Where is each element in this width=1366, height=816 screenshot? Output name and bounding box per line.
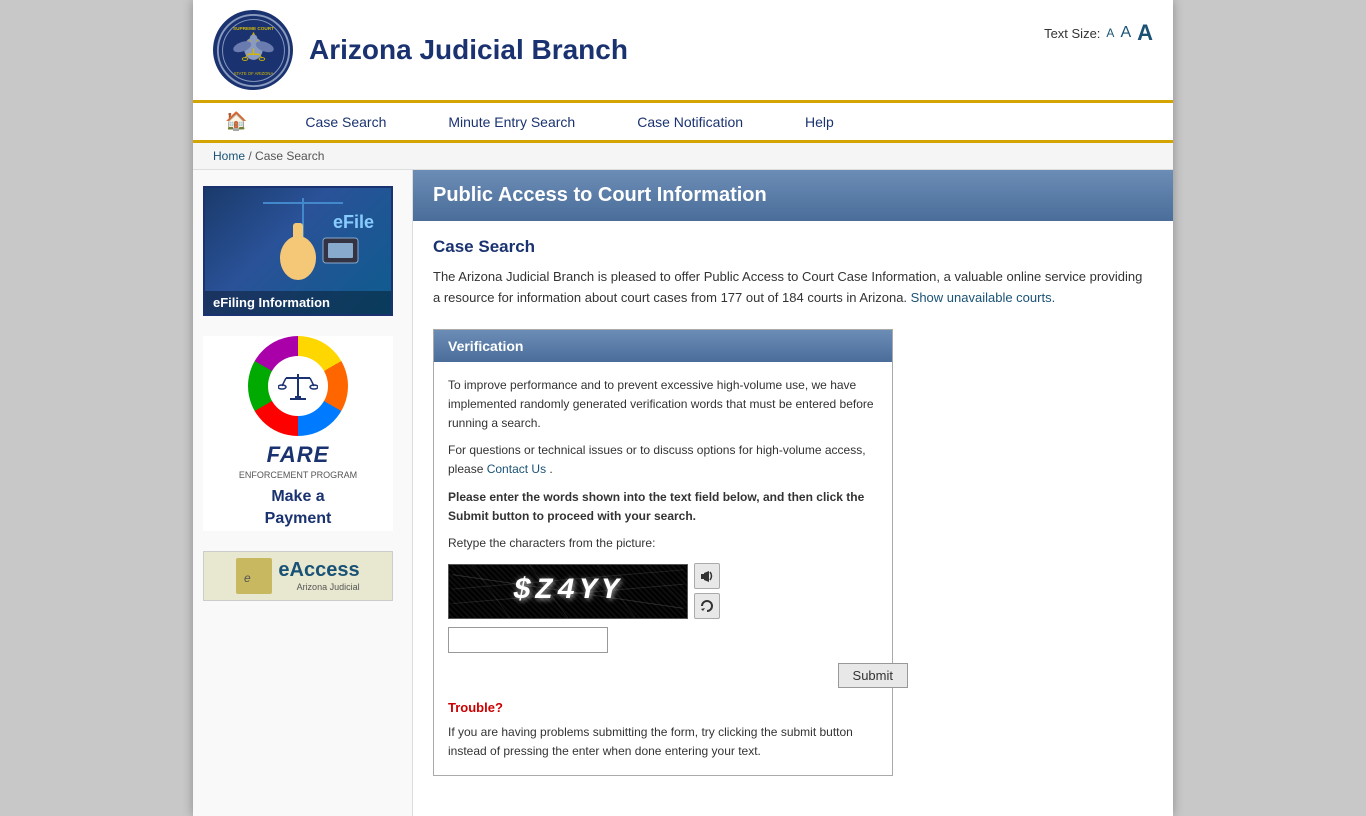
fare-logo-circle <box>248 336 348 436</box>
contact-us-link[interactable]: Contact Us <box>487 462 546 476</box>
home-icon: 🏠 <box>225 111 247 131</box>
fare-title: FARE <box>203 442 393 468</box>
efiling-banner[interactable]: eFile eFiling Information <box>203 186 393 316</box>
text-size-large[interactable]: A <box>1137 20 1153 46</box>
svg-text:eFile: eFile <box>333 212 374 232</box>
trouble-text: If you are having problems submitting th… <box>448 723 878 761</box>
verification-header: Verification <box>434 330 892 362</box>
verification-text-2: For questions or technical issues or to … <box>448 441 878 479</box>
trouble-section: Trouble? If you are having problems subm… <box>448 698 878 761</box>
nav-help[interactable]: Help <box>789 104 850 140</box>
captcha-row: $Z4YY <box>448 563 878 619</box>
fare-payment-label: Make a Payment <box>203 486 393 531</box>
text-size-medium[interactable]: A <box>1120 24 1131 42</box>
nav-case-search[interactable]: Case Search <box>289 104 402 140</box>
nav-minute-entry-search[interactable]: Minute Entry Search <box>432 104 591 140</box>
nav-home-button[interactable]: 🏠 <box>213 103 259 140</box>
submit-row: Submit <box>448 663 908 688</box>
captcha-display-text: $Z4YY <box>513 567 623 615</box>
svg-text:SUPREME COURT: SUPREME COURT <box>232 25 273 30</box>
trouble-title: Trouble? <box>448 698 878 719</box>
site-title: Arizona Judicial Branch <box>309 34 628 66</box>
eaccess-text-block: eAccess Arizona Judicial <box>278 559 359 592</box>
captcha-audio-button[interactable] <box>694 563 720 589</box>
breadcrumb-home-link[interactable]: Home <box>213 149 245 163</box>
eaccess-brand-text: eAccess <box>278 559 359 582</box>
eaccess-banner[interactable]: e eAccess Arizona Judicial <box>203 551 393 601</box>
retype-label: Retype the characters from the picture: <box>448 534 878 553</box>
verification-text-1: To improve performance and to prevent ex… <box>448 376 878 434</box>
eaccess-logo-bg: e <box>236 558 272 594</box>
svg-text:e: e <box>244 571 251 585</box>
efiling-banner-label: eFiling Information <box>205 291 391 314</box>
content-header: Public Access to Court Information <box>413 170 1173 221</box>
fare-subtitle: ENFORCEMENT PROGRAM <box>203 470 393 480</box>
nav-bar: 🏠 Case Search Minute Entry Search Case N… <box>193 103 1173 143</box>
case-search-description: The Arizona Judicial Branch is pleased t… <box>433 267 1153 309</box>
header-left: SUPREME COURT STATE OF ARIZONA <box>213 10 628 90</box>
main-layout: eFile eFiling Information <box>193 170 1173 816</box>
court-seal-logo: SUPREME COURT STATE OF ARIZONA <box>213 10 293 90</box>
text-size-controls: Text Size: A A A <box>1044 20 1153 46</box>
fare-logo-inner <box>268 356 328 416</box>
fare-banner[interactable]: FARE ENFORCEMENT PROGRAM Make a Payment <box>203 336 393 531</box>
verification-instruction: Please enter the words shown into the te… <box>448 488 878 526</box>
efiling-graphic: eFile <box>205 188 391 288</box>
text-size-label: Text Size: <box>1044 26 1100 41</box>
content-area: Public Access to Court Information Case … <box>413 170 1173 816</box>
page-title: Public Access to Court Information <box>433 184 1153 207</box>
nav-case-notification[interactable]: Case Notification <box>621 104 759 140</box>
breadcrumb: Home / Case Search <box>193 143 1173 170</box>
eaccess-sublabel: Arizona Judicial <box>278 582 359 592</box>
submit-button[interactable]: Submit <box>838 663 908 688</box>
captcha-icon-group <box>694 563 720 619</box>
captcha-image: $Z4YY <box>448 564 688 619</box>
header: SUPREME COURT STATE OF ARIZONA <box>193 0 1173 103</box>
content-body: Case Search The Arizona Judicial Branch … <box>413 237 1173 816</box>
verification-body: To improve performance and to prevent ex… <box>434 362 892 776</box>
captcha-text-input[interactable] <box>448 627 608 653</box>
captcha-input-row <box>448 627 878 653</box>
svg-text:STATE OF ARIZONA: STATE OF ARIZONA <box>233 70 273 75</box>
sidebar: eFile eFiling Information <box>193 170 413 816</box>
breadcrumb-current: Case Search <box>255 149 324 163</box>
unavailable-courts-link[interactable]: Show unavailable courts. <box>911 290 1056 305</box>
case-search-section-title: Case Search <box>433 237 1153 257</box>
text-size-small[interactable]: A <box>1106 26 1114 40</box>
captcha-refresh-button[interactable] <box>694 593 720 619</box>
verification-box: Verification To improve performance and … <box>433 329 893 777</box>
